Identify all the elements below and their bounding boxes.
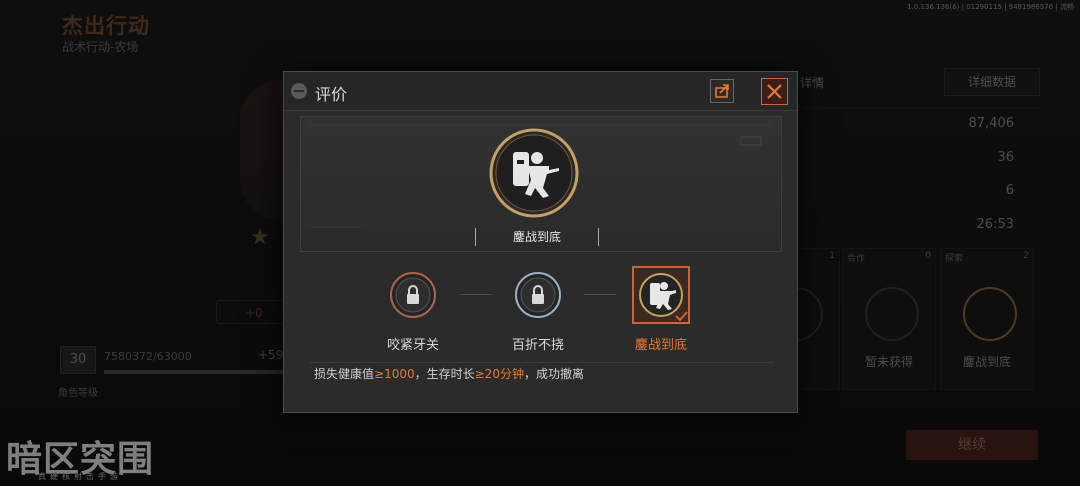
achievement-slot[interactable] — [384, 266, 442, 324]
close-button[interactable] — [761, 78, 788, 105]
achievement-name-selected: 鏖战到底 — [634, 338, 687, 353]
achievement-name: 百折不挠 — [511, 338, 564, 353]
achievement-slot-selected[interactable] — [632, 266, 690, 324]
shield-soldier-icon — [489, 128, 579, 218]
desc-highlight: ≥1000 — [374, 367, 415, 381]
rating-dialog: 评价 鏖战到底 咬紧牙关 百折不挠 鏖战到底 损失健康值≥1000，生存时长≥2… — [283, 71, 798, 413]
share-icon — [715, 84, 729, 98]
desc-text: 损失健康值 — [314, 367, 375, 381]
desc-highlight: ≥20分钟 — [474, 367, 524, 381]
share-button[interactable] — [710, 79, 734, 103]
featured-achievement-name: 鏖战到底 — [475, 228, 599, 246]
shield-soldier-icon — [632, 266, 690, 324]
close-icon — [767, 84, 782, 99]
minus-circle-icon — [291, 83, 307, 99]
dialog-header: 评价 — [284, 72, 797, 111]
dialog-title: 评价 — [315, 85, 348, 104]
separator — [460, 294, 492, 295]
lock-icon — [385, 267, 441, 323]
achievement-description: 损失健康值≥1000，生存时长≥20分钟，成功撤离 — [310, 362, 774, 385]
desc-text: ，成功撤离 — [523, 367, 584, 381]
lock-icon — [510, 267, 566, 323]
achievement-name: 咬紧牙关 — [386, 338, 439, 353]
separator — [584, 294, 616, 295]
desc-text: ，生存时长 — [414, 367, 475, 381]
achievement-slot[interactable] — [509, 266, 567, 324]
